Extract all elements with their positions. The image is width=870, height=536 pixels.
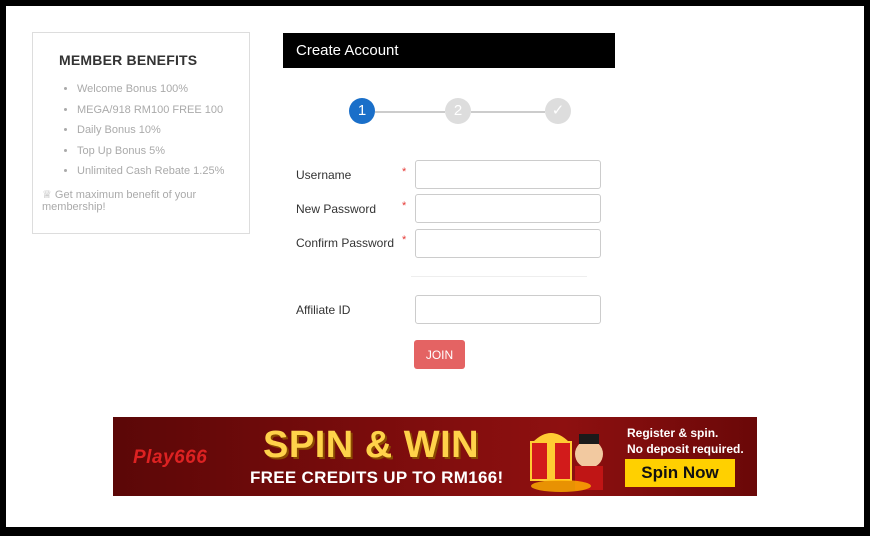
banner-tagline-1: Register & spin. <box>627 426 719 440</box>
step-indicator: 1 2 ✓ <box>349 98 571 126</box>
confirm-password-input[interactable] <box>415 229 601 258</box>
new-password-label: New Password <box>296 202 377 216</box>
username-label: Username <box>296 168 352 182</box>
step-complete-check-icon: ✓ <box>545 98 571 124</box>
step-2-circle: 2 <box>445 98 471 124</box>
affiliate-id-label: Affiliate ID <box>296 303 351 317</box>
form-divider <box>411 276 587 277</box>
join-button[interactable]: JOIN <box>414 340 465 369</box>
banner-tagline-2: No deposit required. <box>627 442 744 456</box>
affiliate-id-input[interactable] <box>415 295 601 324</box>
benefit-item: MEGA/918 RM100 FREE 100 <box>77 104 224 125</box>
gift-god-of-fortune-illustration <box>530 433 603 492</box>
member-benefits-panel: MEMBER BENEFITS Welcome Bonus 100% MEGA/… <box>32 32 250 234</box>
benefits-list: Welcome Bonus 100% MEGA/918 RM100 FREE 1… <box>59 83 224 186</box>
required-mark: * <box>402 200 407 212</box>
required-mark: * <box>402 234 407 246</box>
step-connector <box>375 111 445 113</box>
new-password-input[interactable] <box>415 194 601 223</box>
brand-logo: Play666 <box>133 447 208 468</box>
benefits-note: ♕ Get maximum benefit of your membership… <box>42 189 197 213</box>
create-account-header: Create Account <box>283 33 615 68</box>
benefit-item: Top Up Bonus 5% <box>77 145 224 166</box>
page: MEMBER BENEFITS Welcome Bonus 100% MEGA/… <box>6 6 864 527</box>
benefit-item: Welcome Bonus 100% <box>77 83 224 104</box>
benefit-item: Daily Bonus 10% <box>77 124 224 145</box>
banner-headline: SPIN & WIN <box>263 424 480 466</box>
banner-subline: FREE CREDITS UP TO RM166! <box>250 468 504 487</box>
confirm-password-label: Confirm Password <box>296 236 395 250</box>
step-connector <box>471 111 545 113</box>
required-mark: * <box>402 166 407 178</box>
step-1-circle: 1 <box>349 98 375 124</box>
benefit-item: Unlimited Cash Rebate 1.25% <box>77 165 224 186</box>
spin-now-button[interactable]: Spin Now <box>625 459 735 487</box>
username-input[interactable] <box>415 160 601 189</box>
spin-win-banner[interactable]: Play666 SPIN & WIN FREE CREDITS UP TO RM… <box>113 417 757 496</box>
benefits-title: MEMBER BENEFITS <box>59 52 198 68</box>
